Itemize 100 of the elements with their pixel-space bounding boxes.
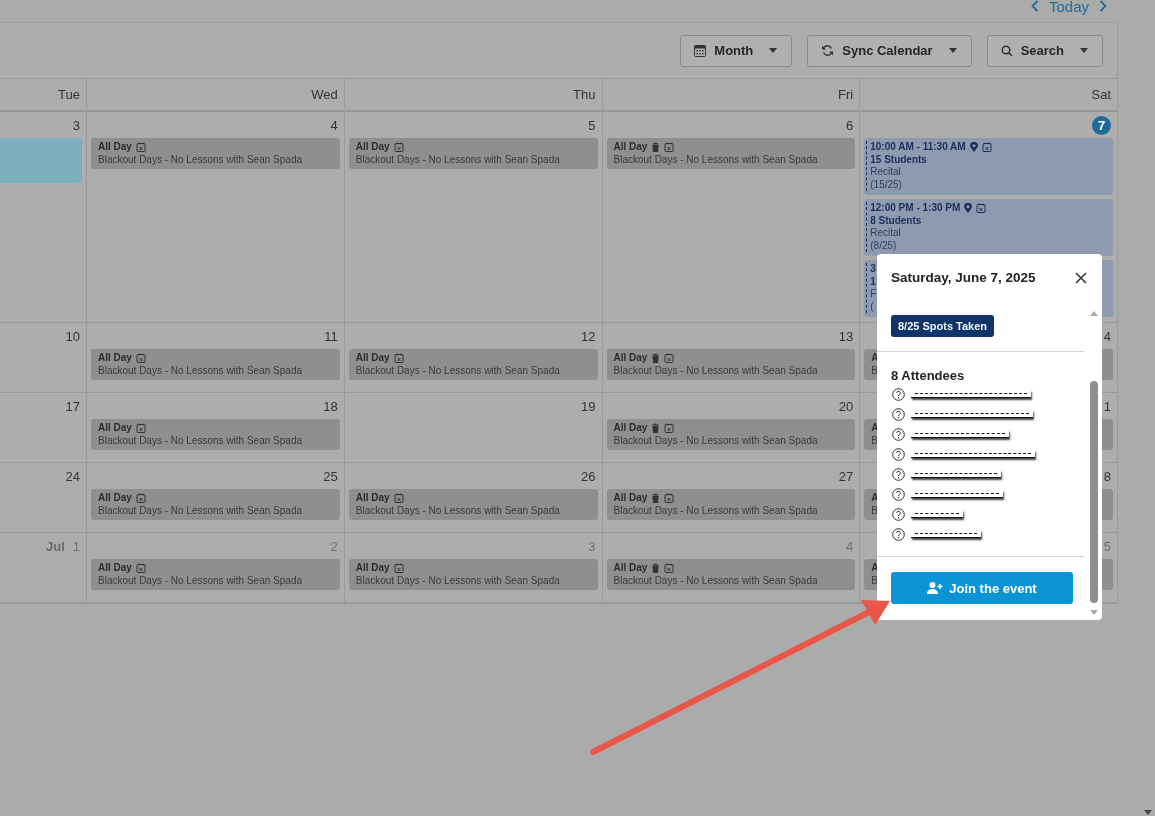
- blackout-event[interactable]: All Day Blackout Days - No Lessons with Sean Spada: [348, 349, 598, 380]
- toolbar-dropdown[interactable]: Sync Calendar: [807, 34, 972, 67]
- event-time: All Day: [355, 492, 390, 505]
- blackout-event[interactable]: All Day Blackout Days - No Lessons with Sean Spada: [606, 419, 856, 450]
- calendar-x-icon: [135, 353, 146, 364]
- day-number: 5: [588, 117, 596, 133]
- trash-icon: [651, 563, 661, 574]
- trash-icon: [651, 423, 661, 434]
- blackout-event[interactable]: All Day Blackout Days - No Lessons with Sean Spada: [91, 559, 340, 590]
- scroll-down-icon[interactable]: [1144, 810, 1152, 815]
- scrollbar-thumb[interactable]: [1090, 381, 1098, 603]
- popup-title: Saturday, June 7, 2025: [891, 270, 1036, 285]
- map-pin-icon: [964, 203, 973, 214]
- event-title: Blackout Days - No Lessons with Sean Spada: [355, 574, 561, 587]
- redaction-bar: [911, 530, 981, 538]
- weekday-header: Thu: [343, 79, 602, 112]
- calendar-icon: [694, 44, 707, 57]
- calendar-x-icon: [664, 423, 675, 434]
- event-title: B: [871, 364, 878, 377]
- event-title: Blackout Days - No Lessons with Sean Spada: [355, 153, 561, 166]
- event-time: All Day: [98, 352, 132, 365]
- session-event[interactable]: 12:00 PM - 1:30 PM 8 Students Recital (8/25): [864, 199, 1113, 256]
- event-title: Blackout Days - No Lessons with Sean Spada: [98, 434, 303, 447]
- event-title: B: [871, 574, 878, 587]
- day-number: 1: [1103, 398, 1111, 414]
- scroll-up-icon[interactable]: [1090, 311, 1098, 316]
- trash-icon: [651, 493, 661, 504]
- weekday-header: Wed: [86, 79, 344, 112]
- event-title: Blackout Days - No Lessons with Sean Spada: [613, 153, 819, 166]
- event-title: 1: [870, 275, 876, 288]
- caret-icon: [948, 48, 957, 53]
- toolbar-dropdown[interactable]: Month: [680, 34, 793, 67]
- day-number: 8: [1103, 468, 1111, 484]
- day-number: 4: [330, 117, 338, 133]
- sync-icon: [821, 44, 835, 57]
- blackout-event[interactable]: All Day Blackout Days - No Lessons with Sean Spada: [91, 349, 340, 380]
- day-number: 6: [846, 117, 854, 133]
- event-title: 15 Students: [870, 153, 928, 166]
- question-icon: [892, 467, 905, 481]
- event-title: Blackout Days - No Lessons with Sean Spada: [613, 574, 819, 587]
- day-number: 13: [838, 328, 854, 344]
- blackout-event[interactable]: All Day Blackout Days - No Lessons with Sean Spada: [91, 489, 340, 520]
- caret-icon: [769, 48, 778, 53]
- day-number: 4: [1103, 328, 1111, 344]
- blackout-event[interactable]: All Day Blackout Days - No Lessons with Sean Spada: [91, 138, 340, 169]
- event-title: Blackout Days - No Lessons with Sean Spada: [98, 364, 303, 377]
- calendar-x-icon: [135, 423, 146, 434]
- user-plus-icon: [927, 582, 944, 594]
- day-number: 4: [846, 538, 854, 554]
- calendar-x-icon: [393, 142, 404, 153]
- event-time: All Day: [98, 141, 132, 154]
- calendar-x-icon: [393, 353, 404, 364]
- question-icon: [892, 527, 905, 541]
- calendar-x-icon: [664, 142, 675, 153]
- calendar-x-icon: [664, 563, 675, 574]
- join-button[interactable]: Join the event: [891, 572, 1073, 604]
- event-count: (: [870, 300, 874, 313]
- caret-icon: [1080, 48, 1088, 53]
- blackout-event[interactable]: All Day Blackout Days - No Lessons with Sean Spada: [606, 138, 856, 169]
- event-title: 8 Students: [870, 214, 923, 227]
- day-number: 17: [65, 398, 80, 414]
- event-time: All Day: [98, 422, 132, 435]
- event-type: Recital: [870, 166, 902, 179]
- weekday-header: Sat: [859, 79, 1117, 112]
- event-type: Recital: [870, 227, 902, 240]
- day-number: 12: [581, 328, 596, 344]
- event-title: Blackout Days - No Lessons with Sean Spada: [613, 434, 819, 447]
- next-icon[interactable]: [1099, 0, 1107, 12]
- event-type: F: [870, 288, 877, 301]
- blackout-event[interactable]: All Day Blackout Days - No Lessons with Sean Spada: [348, 559, 598, 590]
- event-count: (8/25): [870, 239, 898, 252]
- previous-icon[interactable]: [1030, 0, 1039, 12]
- weekday-header: Tue: [0, 79, 86, 112]
- calendar-x-icon: [981, 142, 992, 153]
- today-button[interactable]: Today: [1048, 0, 1089, 15]
- session-event[interactable]: 10:00 AM - 11:30 AM 15 Students Recital (15/25): [864, 138, 1113, 195]
- day-number: 5: [1103, 538, 1111, 554]
- event-time: All Day: [98, 492, 132, 505]
- event-time: All Day: [613, 141, 648, 154]
- blackout-event[interactable]: All Day Blackout Days - No Lessons with Sean Spada: [606, 489, 856, 520]
- blackout-event[interactable]: All Day Blackout Days - No Lessons with Sean Spada: [348, 489, 598, 520]
- attendees-heading: 8 Attendees: [891, 368, 965, 383]
- event-time: All Day: [613, 422, 648, 435]
- toolbar-dropdown[interactable]: Search: [986, 34, 1103, 67]
- day-number: 25: [323, 468, 338, 484]
- scroll-down-icon[interactable]: [1090, 610, 1098, 615]
- day-number: 20: [838, 398, 854, 414]
- question-icon: [892, 487, 905, 501]
- blackout-event[interactable]: All Day Blackout Days - No Lessons with Sean Spada: [606, 559, 856, 590]
- event-time: All Day: [613, 352, 648, 365]
- blackout-event[interactable]: All Day Blackout Days - No Lessons with Sean Spada: [606, 349, 856, 380]
- blackout-event[interactable]: All Day Blackout Days - No Lessons with Sean Spada: [348, 138, 598, 169]
- event-title: Blackout Days - No Lessons with Sean Spada: [355, 504, 561, 517]
- search-icon: [1000, 44, 1013, 57]
- calendar-x-icon: [135, 563, 146, 574]
- blackout-event[interactable]: All Day Blackout Days - No Lessons with Sean Spada: [91, 419, 340, 450]
- day-number: 10: [65, 328, 80, 344]
- day-number: 3: [72, 117, 80, 133]
- close-button[interactable]: [1074, 270, 1088, 285]
- day-number: 7: [1092, 115, 1111, 135]
